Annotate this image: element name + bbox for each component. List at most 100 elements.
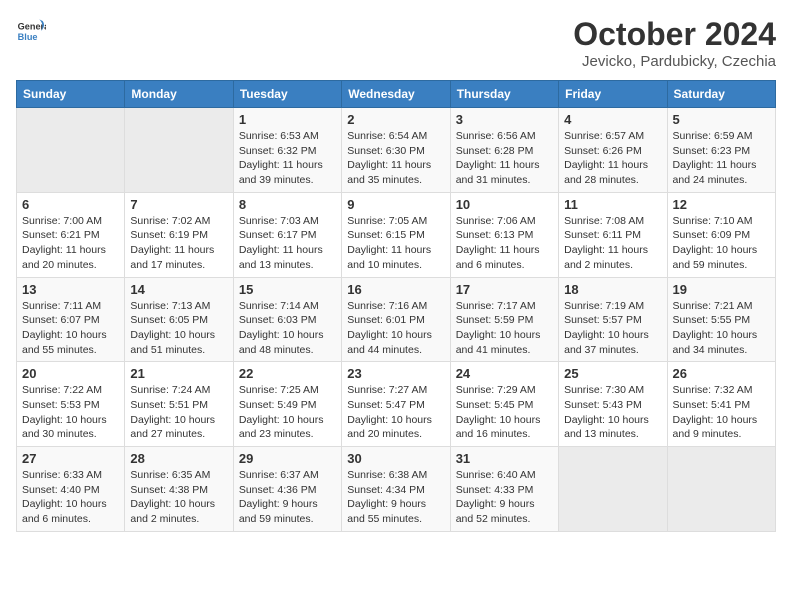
day-number: 9 <box>347 197 444 212</box>
day-info: Sunrise: 7:30 AMSunset: 5:43 PMDaylight:… <box>564 383 661 442</box>
calendar-cell: 19Sunrise: 7:21 AMSunset: 5:55 PMDayligh… <box>667 277 775 362</box>
day-number: 11 <box>564 197 661 212</box>
day-number: 15 <box>239 282 336 297</box>
day-info: Sunrise: 7:02 AMSunset: 6:19 PMDaylight:… <box>130 214 227 273</box>
day-number: 18 <box>564 282 661 297</box>
day-info: Sunrise: 6:37 AMSunset: 4:36 PMDaylight:… <box>239 468 336 527</box>
calendar-cell: 4 Sunrise: 6:57 AMSunset: 6:26 PMDaylight… <box>559 108 667 193</box>
day-number: 12 <box>673 197 770 212</box>
calendar-cell: 26 Sunrise: 7:32 AMSunset: 5:41 PMDayligh… <box>667 362 775 447</box>
calendar-cell: 23Sunrise: 7:27 AMSunset: 5:47 PMDayligh… <box>342 362 450 447</box>
calendar-cell: 6Sunrise: 7:00 AMSunset: 6:21 PMDaylight… <box>17 192 125 277</box>
day-info: Sunrise: 7:03 AMSunset: 6:17 PMDaylight:… <box>239 214 336 273</box>
day-info: Sunrise: 7:06 AMSunset: 6:13 PMDaylight:… <box>456 214 553 273</box>
day-number: 25 <box>564 366 661 381</box>
day-info: Sunrise: 6:54 AMSunset: 6:30 PMDaylight:… <box>347 129 444 188</box>
calendar-week-row: 13 Sunrise: 7:11 AMSunset: 6:07 PMDayligh… <box>17 277 776 362</box>
day-number: 7 <box>130 197 227 212</box>
calendar-day-header: Wednesday <box>342 81 450 108</box>
page-header: General Blue October 2024 Jevicko, Pardu… <box>16 16 776 70</box>
day-info: Sunrise: 7:16 AMSunset: 6:01 PMDaylight:… <box>347 299 444 358</box>
day-number: 26 <box>673 366 770 381</box>
day-number: 6 <box>22 197 119 212</box>
calendar-day-header: Monday <box>125 81 233 108</box>
calendar-day-header: Friday <box>559 81 667 108</box>
calendar-week-row: 6Sunrise: 7:00 AMSunset: 6:21 PMDaylight… <box>17 192 776 277</box>
day-info: Sunrise: 7:32 AMSunset: 5:41 PMDaylight:… <box>673 383 770 442</box>
day-number: 17 <box>456 282 553 297</box>
day-info: Sunrise: 6:59 AMSunset: 6:23 PMDaylight:… <box>673 129 770 188</box>
day-info: Sunrise: 7:25 AMSunset: 5:49 PMDaylight:… <box>239 383 336 442</box>
calendar-cell <box>559 447 667 532</box>
page-subtitle: Jevicko, Pardubicky, Czechia <box>573 53 776 70</box>
calendar-week-row: 1 Sunrise: 6:53 AMSunset: 6:32 PMDaylight… <box>17 108 776 193</box>
calendar-cell: 20 Sunrise: 7:22 AMSunset: 5:53 PMDayligh… <box>17 362 125 447</box>
calendar-cell <box>17 108 125 193</box>
logo: General Blue <box>16 16 50 46</box>
calendar-cell: 30 Sunrise: 6:38 AMSunset: 4:34 PMDayligh… <box>342 447 450 532</box>
calendar-cell: 13 Sunrise: 7:11 AMSunset: 6:07 PMDayligh… <box>17 277 125 362</box>
calendar-cell: 3 Sunrise: 6:56 AMSunset: 6:28 PMDaylight… <box>450 108 558 193</box>
day-info: Sunrise: 6:57 AMSunset: 6:26 PMDaylight:… <box>564 129 661 188</box>
calendar-cell: 29Sunrise: 6:37 AMSunset: 4:36 PMDayligh… <box>233 447 341 532</box>
calendar-day-header: Saturday <box>667 81 775 108</box>
day-info: Sunrise: 6:35 AMSunset: 4:38 PMDaylight:… <box>130 468 227 527</box>
day-number: 13 <box>22 282 119 297</box>
day-info: Sunrise: 7:11 AMSunset: 6:07 PMDaylight:… <box>22 299 119 358</box>
page-title: October 2024 <box>573 16 776 53</box>
day-info: Sunrise: 6:40 AMSunset: 4:33 PMDaylight:… <box>456 468 553 527</box>
day-info: Sunrise: 7:29 AMSunset: 5:45 PMDaylight:… <box>456 383 553 442</box>
day-number: 10 <box>456 197 553 212</box>
day-number: 31 <box>456 451 553 466</box>
day-info: Sunrise: 7:05 AMSunset: 6:15 PMDaylight:… <box>347 214 444 273</box>
day-number: 21 <box>130 366 227 381</box>
calendar-cell: 12 Sunrise: 7:10 AMSunset: 6:09 PMDayligh… <box>667 192 775 277</box>
title-block: October 2024 Jevicko, Pardubicky, Czechi… <box>573 16 776 70</box>
day-number: 2 <box>347 112 444 127</box>
day-number: 23 <box>347 366 444 381</box>
day-number: 22 <box>239 366 336 381</box>
calendar-cell: 2 Sunrise: 6:54 AMSunset: 6:30 PMDaylight… <box>342 108 450 193</box>
day-number: 4 <box>564 112 661 127</box>
day-info: Sunrise: 6:38 AMSunset: 4:34 PMDaylight:… <box>347 468 444 527</box>
logo-icon: General Blue <box>16 16 46 46</box>
calendar-table: SundayMondayTuesdayWednesdayThursdayFrid… <box>16 80 776 532</box>
day-number: 1 <box>239 112 336 127</box>
calendar-day-header: Tuesday <box>233 81 341 108</box>
day-info: Sunrise: 7:22 AMSunset: 5:53 PMDaylight:… <box>22 383 119 442</box>
day-number: 27 <box>22 451 119 466</box>
calendar-day-header: Sunday <box>17 81 125 108</box>
calendar-week-row: 20 Sunrise: 7:22 AMSunset: 5:53 PMDayligh… <box>17 362 776 447</box>
day-info: Sunrise: 6:56 AMSunset: 6:28 PMDaylight:… <box>456 129 553 188</box>
calendar-day-header: Thursday <box>450 81 558 108</box>
day-number: 20 <box>22 366 119 381</box>
svg-text:Blue: Blue <box>18 32 38 42</box>
day-info: Sunrise: 7:14 AMSunset: 6:03 PMDaylight:… <box>239 299 336 358</box>
calendar-cell: 24 Sunrise: 7:29 AMSunset: 5:45 PMDayligh… <box>450 362 558 447</box>
day-number: 28 <box>130 451 227 466</box>
calendar-cell: 7 Sunrise: 7:02 AMSunset: 6:19 PMDaylight… <box>125 192 233 277</box>
calendar-cell: 18Sunrise: 7:19 AMSunset: 5:57 PMDayligh… <box>559 277 667 362</box>
calendar-cell: 25 Sunrise: 7:30 AMSunset: 5:43 PMDayligh… <box>559 362 667 447</box>
day-info: Sunrise: 7:13 AMSunset: 6:05 PMDaylight:… <box>130 299 227 358</box>
day-number: 30 <box>347 451 444 466</box>
calendar-cell: 8Sunrise: 7:03 AMSunset: 6:17 PMDaylight… <box>233 192 341 277</box>
day-info: Sunrise: 6:53 AMSunset: 6:32 PMDaylight:… <box>239 129 336 188</box>
day-info: Sunrise: 6:33 AMSunset: 4:40 PMDaylight:… <box>22 468 119 527</box>
day-info: Sunrise: 7:10 AMSunset: 6:09 PMDaylight:… <box>673 214 770 273</box>
day-number: 24 <box>456 366 553 381</box>
calendar-cell: 10 Sunrise: 7:06 AMSunset: 6:13 PMDayligh… <box>450 192 558 277</box>
day-number: 5 <box>673 112 770 127</box>
day-info: Sunrise: 7:17 AMSunset: 5:59 PMDaylight:… <box>456 299 553 358</box>
calendar-cell: 9 Sunrise: 7:05 AMSunset: 6:15 PMDaylight… <box>342 192 450 277</box>
day-number: 3 <box>456 112 553 127</box>
day-info: Sunrise: 7:24 AMSunset: 5:51 PMDaylight:… <box>130 383 227 442</box>
day-info: Sunrise: 7:21 AMSunset: 5:55 PMDaylight:… <box>673 299 770 358</box>
calendar-cell <box>667 447 775 532</box>
calendar-cell: 27 Sunrise: 6:33 AMSunset: 4:40 PMDayligh… <box>17 447 125 532</box>
calendar-cell: 16 Sunrise: 7:16 AMSunset: 6:01 PMDayligh… <box>342 277 450 362</box>
calendar-cell: 31 Sunrise: 6:40 AMSunset: 4:33 PMDayligh… <box>450 447 558 532</box>
day-number: 16 <box>347 282 444 297</box>
calendar-cell: 21 Sunrise: 7:24 AMSunset: 5:51 PMDayligh… <box>125 362 233 447</box>
calendar-cell: 28 Sunrise: 6:35 AMSunset: 4:38 PMDayligh… <box>125 447 233 532</box>
